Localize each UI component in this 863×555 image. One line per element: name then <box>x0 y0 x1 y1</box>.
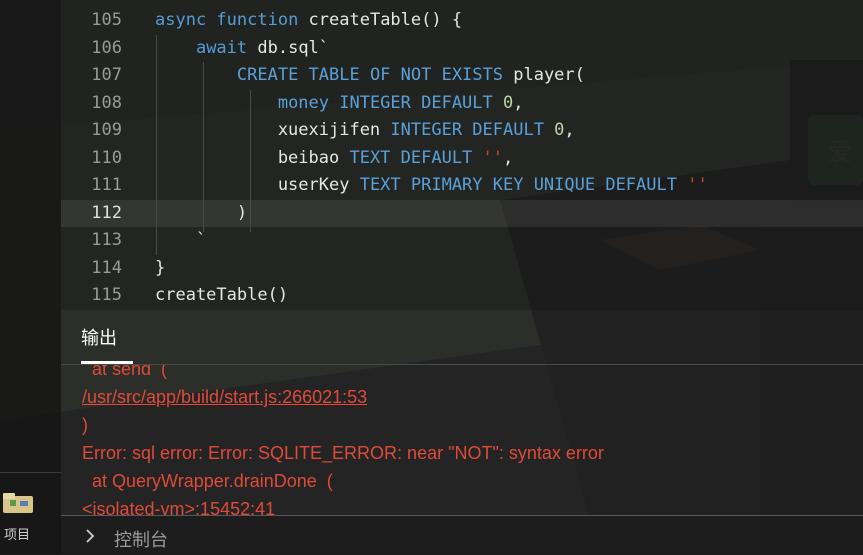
code-token: function <box>216 10 309 30</box>
chevron-right-icon[interactable] <box>85 529 95 543</box>
code-text: createTable() <box>155 282 288 309</box>
line-number: 110 <box>91 147 122 168</box>
log-line: at send ( <box>82 365 168 379</box>
output-log[interactable]: at send ( /usr/src/app/build/start.js:266… <box>61 365 863 515</box>
log-line: at QueryWrapper.drainDone ( <box>82 471 333 491</box>
project-folder-icon[interactable] <box>2 492 34 514</box>
code-token: '' <box>687 175 708 195</box>
project-label[interactable]: 项目 <box>4 524 30 543</box>
log-line: ) <box>82 415 88 435</box>
code-text: userKey TEXT PRIMARY KEY UNIQUE DEFAULT … <box>155 172 708 199</box>
code-line[interactable]: 105 async function createTable() { <box>61 7 863 34</box>
code-text: await db.sql` <box>155 35 329 62</box>
sidebar-divider <box>0 472 61 473</box>
code-token: 0 <box>554 120 565 140</box>
line-number: 113 <box>91 230 122 250</box>
line-number: 115 <box>91 285 122 305</box>
code-text: xuexijifen INTEGER DEFAULT 0, <box>155 117 575 144</box>
log-link[interactable]: /usr/src/app/build/start.js:266021:53 <box>82 387 367 408</box>
code-token: ` <box>155 230 207 250</box>
code-line[interactable]: 108 money INTEGER DEFAULT 0, <box>61 90 863 117</box>
code-token: TEXT DEFAULT <box>349 147 483 168</box>
code-token: } <box>155 257 166 278</box>
line-number: 109 <box>91 120 122 140</box>
code-text: beibao TEXT DEFAULT '', <box>155 145 513 172</box>
code-line[interactable]: 106 await db.sql` <box>61 35 863 62</box>
line-number: 106 <box>91 37 122 58</box>
code-editor[interactable]: 105 async function createTable() {106 awa… <box>61 0 863 310</box>
tab-output[interactable]: 输出 <box>81 324 117 350</box>
code-token: INTEGER DEFAULT <box>390 120 555 140</box>
code-text: money INTEGER DEFAULT 0, <box>155 90 524 117</box>
indent-guide <box>250 90 251 232</box>
code-token: await <box>195 37 258 58</box>
code-token: TEXT PRIMARY KEY UNIQUE DEFAULT <box>359 175 688 195</box>
line-number: 108 <box>91 92 122 113</box>
log-line: Error: sql error: Error: SQLITE_ERROR: n… <box>82 443 604 463</box>
code-token: beibao <box>155 147 350 168</box>
console-label[interactable]: 控制台 <box>114 526 168 552</box>
code-token: player( <box>513 65 585 85</box>
code-line[interactable]: 110 beibao TEXT DEFAULT '', <box>61 145 863 172</box>
code-token: '' <box>482 147 504 168</box>
line-number: 112 <box>91 202 122 223</box>
activity-sidebar: 项目 <box>0 0 61 554</box>
line-number: 105 <box>91 10 122 30</box>
code-text: } <box>155 255 165 282</box>
code-line[interactable]: 114} <box>61 255 863 282</box>
code-text: CREATE TABLE OF NOT EXISTS player( <box>155 62 585 89</box>
indent-guide <box>203 62 204 232</box>
code-token: async <box>155 10 217 30</box>
code-line[interactable]: 112 ) <box>61 199 863 227</box>
code-token: money INTEGER DEFAULT <box>277 92 503 113</box>
output-panel-header: 输出 <box>61 310 863 365</box>
code-token: , <box>564 120 575 140</box>
code-token: 0 <box>503 92 514 113</box>
code-line[interactable]: 111 userKey TEXT PRIMARY KEY UNIQUE DEFA… <box>61 172 863 199</box>
code-token: db.sql` <box>257 37 330 58</box>
console-bar[interactable]: 控制台 <box>61 515 863 555</box>
code-token: , <box>513 92 524 113</box>
output-panel: 输出 at send ( /usr/src/app/build/start.js:… <box>61 310 863 555</box>
log-line: <isolated-vm>:15452:41 <box>82 499 276 515</box>
code-line[interactable]: 107 CREATE TABLE OF NOT EXISTS player( <box>61 62 863 89</box>
code-line[interactable]: 115 createTable() <box>61 282 863 309</box>
line-number: 114 <box>91 257 122 278</box>
code-token: , <box>503 147 514 168</box>
tab-output-underline <box>81 361 133 364</box>
code-token: createTable() { <box>308 10 463 30</box>
code-text: ` <box>155 227 206 254</box>
code-text: async function createTable() { <box>155 7 462 34</box>
code-token: userKey <box>155 175 360 195</box>
code-token: createTable() <box>155 285 289 305</box>
code-token: ) <box>155 202 248 223</box>
code-text: ) <box>155 200 247 227</box>
indent-guide <box>156 35 157 255</box>
code-line[interactable]: 109 xuexijifen INTEGER DEFAULT 0, <box>61 117 863 144</box>
code-line[interactable]: 113 ` <box>61 227 863 254</box>
line-number: 107 <box>91 65 122 85</box>
line-number: 111 <box>91 175 122 195</box>
code-token: xuexijifen <box>155 120 391 140</box>
code-token: CREATE TABLE OF NOT EXISTS <box>236 65 514 85</box>
